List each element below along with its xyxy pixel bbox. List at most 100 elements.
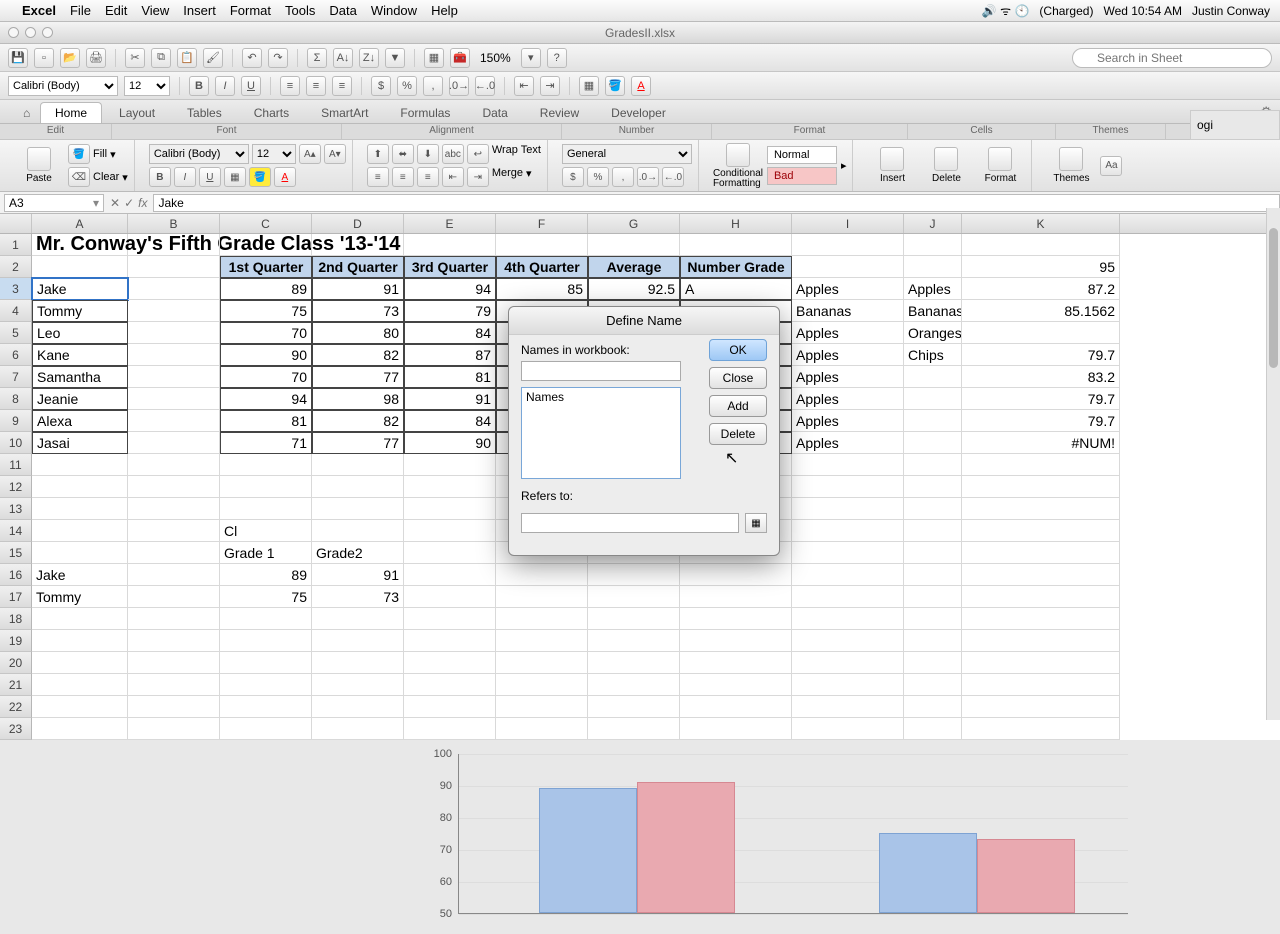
cell[interactable] — [128, 498, 220, 520]
close-button[interactable]: Close — [709, 367, 767, 389]
cell[interactable] — [32, 476, 128, 498]
cell[interactable] — [962, 630, 1120, 652]
grow-font-icon[interactable]: A▴ — [299, 144, 321, 164]
cell[interactable] — [680, 564, 792, 586]
format-painter-icon[interactable]: 🖌 — [203, 48, 223, 68]
cell[interactable]: 80 — [312, 322, 404, 344]
row-header[interactable]: 10 — [0, 432, 32, 454]
cell[interactable] — [312, 652, 404, 674]
sort-desc-icon[interactable]: Z↓ — [359, 48, 379, 68]
percent-icon[interactable]: % — [397, 76, 417, 96]
cancel-formula-icon[interactable]: ✕ — [110, 196, 120, 210]
cell[interactable] — [962, 234, 1120, 256]
row-header[interactable]: 16 — [0, 564, 32, 586]
cell[interactable]: 83.2 — [962, 366, 1120, 388]
cell[interactable] — [792, 564, 904, 586]
cell[interactable]: 4th Quarter — [496, 256, 588, 278]
styles-more-icon[interactable]: ▸ — [841, 159, 847, 172]
cell[interactable] — [404, 674, 496, 696]
row-header[interactable]: 2 — [0, 256, 32, 278]
cell[interactable] — [588, 234, 680, 256]
row-header[interactable]: 9 — [0, 410, 32, 432]
cell[interactable]: 75 — [220, 300, 312, 322]
cell[interactable] — [962, 674, 1120, 696]
row-header[interactable]: 5 — [0, 322, 32, 344]
cell[interactable] — [220, 652, 312, 674]
font-family-select[interactable]: Calibri (Body) — [8, 76, 118, 96]
cell[interactable]: 90 — [220, 344, 312, 366]
cell[interactable]: 95 — [962, 256, 1120, 278]
cell[interactable]: Grade2 — [312, 542, 404, 564]
cell[interactable] — [128, 300, 220, 322]
row-header[interactable]: 22 — [0, 696, 32, 718]
borders-icon[interactable]: ▦ — [579, 76, 599, 96]
cell[interactable]: 79.7 — [962, 410, 1120, 432]
cell[interactable] — [312, 674, 404, 696]
h-align-right-icon[interactable]: ≡ — [417, 167, 439, 187]
cell[interactable]: Jeanie — [32, 388, 128, 410]
menubar-icons[interactable]: 🔊 ᯤ 🕙 — [982, 2, 1030, 19]
ok-button[interactable]: OK — [709, 339, 767, 361]
tab-tables[interactable]: Tables — [172, 102, 237, 123]
chart-bar[interactable] — [977, 839, 1075, 913]
toolbox-icon[interactable]: 🧰 — [450, 48, 470, 68]
underline-button[interactable]: U — [241, 76, 261, 96]
cell[interactable]: Chips — [904, 344, 962, 366]
row-header[interactable]: 11 — [0, 454, 32, 476]
cell[interactable]: Oranges — [904, 322, 962, 344]
cell[interactable] — [220, 696, 312, 718]
cell[interactable] — [496, 652, 588, 674]
cell[interactable] — [128, 322, 220, 344]
chart-bar[interactable] — [539, 788, 637, 913]
number-format-select[interactable]: General — [562, 144, 692, 164]
cell[interactable]: 82 — [312, 344, 404, 366]
cell[interactable] — [904, 410, 962, 432]
cell[interactable] — [680, 674, 792, 696]
cell[interactable] — [220, 608, 312, 630]
menu-format[interactable]: Format — [230, 3, 271, 18]
cell[interactable] — [32, 696, 128, 718]
gallery-icon[interactable]: ▦ — [424, 48, 444, 68]
cell[interactable] — [128, 564, 220, 586]
cell[interactable]: Apples — [792, 410, 904, 432]
cell[interactable] — [404, 564, 496, 586]
theme-fonts-icon[interactable]: Aa — [1100, 156, 1122, 176]
cell[interactable] — [904, 674, 962, 696]
cell[interactable]: Kane — [32, 344, 128, 366]
paste-icon[interactable]: 📋 — [177, 48, 197, 68]
cell[interactable] — [128, 454, 220, 476]
cell[interactable] — [962, 608, 1120, 630]
cell[interactable] — [588, 696, 680, 718]
ribbon-underline[interactable]: U — [199, 167, 221, 187]
cell[interactable] — [128, 652, 220, 674]
cell[interactable] — [962, 520, 1120, 542]
cell[interactable] — [32, 718, 128, 740]
cell[interactable]: 89 — [220, 278, 312, 300]
cell[interactable] — [312, 520, 404, 542]
cell[interactable]: 70 — [220, 366, 312, 388]
cell[interactable]: Apples — [792, 432, 904, 454]
cell[interactable] — [792, 520, 904, 542]
cell[interactable] — [962, 718, 1120, 740]
cell[interactable]: Bananas — [792, 300, 904, 322]
range-picker-icon[interactable]: ▦ — [745, 513, 767, 533]
cell[interactable] — [904, 520, 962, 542]
cell[interactable] — [128, 234, 220, 256]
cell[interactable] — [792, 476, 904, 498]
clear-icon[interactable]: ⌫ — [68, 167, 90, 187]
decrease-decimal-icon[interactable]: ←.0 — [475, 76, 495, 96]
cell[interactable] — [904, 564, 962, 586]
align-left-icon[interactable]: ≡ — [280, 76, 300, 96]
cell[interactable]: Number Grade — [680, 256, 792, 278]
cell[interactable]: 70 — [220, 322, 312, 344]
cell[interactable]: 82 — [312, 410, 404, 432]
print-icon[interactable]: 🖨 — [86, 48, 106, 68]
cell[interactable] — [128, 696, 220, 718]
cell[interactable] — [312, 630, 404, 652]
row-header[interactable]: 20 — [0, 652, 32, 674]
cell[interactable]: Alexa — [32, 410, 128, 432]
cell[interactable] — [588, 630, 680, 652]
names-list[interactable]: Names — [521, 387, 681, 479]
cell[interactable]: Tommy — [32, 586, 128, 608]
font-size-select[interactable]: 12 — [124, 76, 170, 96]
